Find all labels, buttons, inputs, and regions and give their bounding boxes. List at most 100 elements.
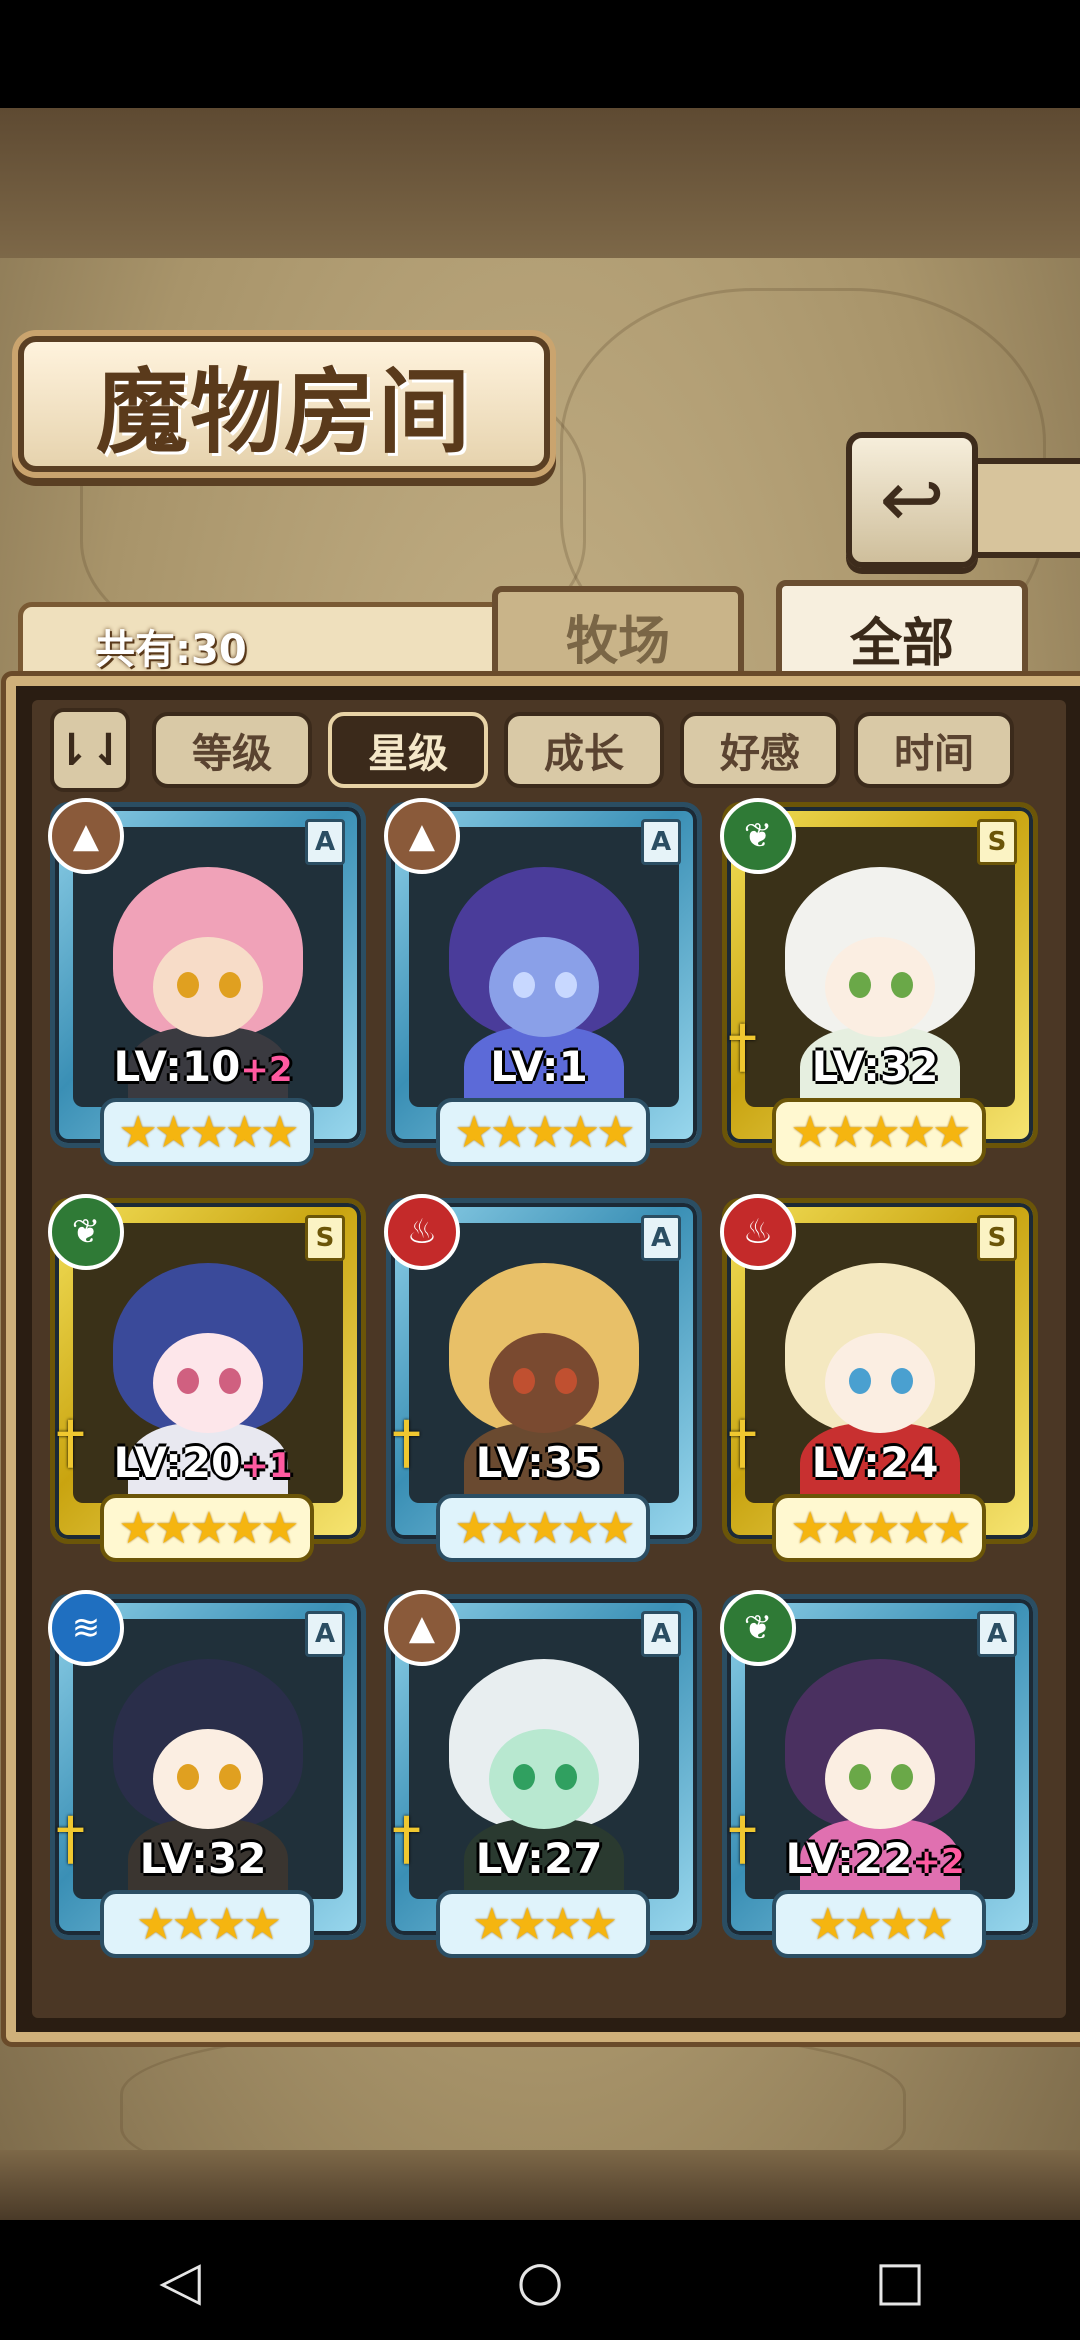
portrait-eye bbox=[849, 1764, 871, 1790]
wind-element-icon: ❦ bbox=[48, 1194, 124, 1270]
level-value: LV:10 bbox=[113, 1042, 241, 1091]
level-label: LV:10+2 bbox=[50, 1042, 356, 1091]
water-element-icon: ≋ bbox=[48, 1590, 124, 1666]
level-value: LV:22 bbox=[785, 1834, 913, 1883]
star-rating: ★★★★★ bbox=[436, 1494, 650, 1562]
star-rating: ★★★★★ bbox=[772, 1494, 986, 1562]
portrait-face bbox=[489, 937, 599, 1037]
portrait-face bbox=[825, 937, 935, 1037]
nav-back-icon[interactable]: ◁ bbox=[130, 2249, 230, 2312]
level-value: LV:35 bbox=[475, 1438, 603, 1487]
portrait-face bbox=[825, 1729, 935, 1829]
portrait-eye bbox=[177, 972, 199, 998]
level-label: LV:32 bbox=[722, 1042, 1028, 1091]
portrait-eye bbox=[513, 1764, 535, 1790]
portrait-eye bbox=[891, 1368, 913, 1394]
bottom-band bbox=[0, 2150, 1080, 2220]
portrait-eye bbox=[219, 972, 241, 998]
fire-element-icon: ♨ bbox=[384, 1194, 460, 1270]
level-label: LV:1 bbox=[386, 1042, 692, 1091]
level-label: LV:22+2 bbox=[722, 1834, 1028, 1883]
star-rating: ★★★★ bbox=[100, 1890, 314, 1958]
portrait-face bbox=[489, 1729, 599, 1829]
status-bar bbox=[0, 0, 1080, 108]
level-value: LV:24 bbox=[811, 1438, 939, 1487]
monster-card[interactable]: S ❦ † LV:20+1 ★★★★★ bbox=[48, 1194, 366, 1562]
fire-element-icon: ♨ bbox=[720, 1194, 796, 1270]
rank-badge: A bbox=[641, 819, 681, 865]
star-rating: ★★★★★ bbox=[772, 1098, 986, 1166]
page-title: 魔物房间 bbox=[18, 336, 550, 472]
monster-card[interactable]: A ♨ † LV:35 ★★★★★ bbox=[384, 1194, 702, 1562]
level-value: LV:20 bbox=[113, 1438, 241, 1487]
rank-badge: A bbox=[305, 1611, 345, 1657]
level-bonus: +2 bbox=[912, 1842, 965, 1882]
portrait-eye bbox=[219, 1368, 241, 1394]
sort-by-time[interactable]: 时间 bbox=[854, 712, 1014, 788]
rank-badge: A bbox=[977, 1611, 1017, 1657]
portrait-eye bbox=[555, 1764, 577, 1790]
portrait-eye bbox=[849, 1368, 871, 1394]
top-band bbox=[0, 108, 1080, 258]
level-label: LV:20+1 bbox=[50, 1438, 356, 1487]
monster-card[interactable]: A ❦ † LV:22+2 ★★★★ bbox=[720, 1590, 1038, 1958]
portrait-eye bbox=[891, 972, 913, 998]
portrait-face bbox=[153, 937, 263, 1037]
sort-order-toggle[interactable]: ⇂⇃ bbox=[50, 708, 130, 792]
wind-element-icon: ❦ bbox=[720, 1590, 796, 1666]
rank-badge: A bbox=[305, 819, 345, 865]
star-rating: ★★★★★ bbox=[100, 1494, 314, 1562]
rank-badge: S bbox=[305, 1215, 345, 1261]
return-icon: ↩ bbox=[879, 455, 945, 545]
monster-card[interactable]: S ♨ † LV:24 ★★★★★ bbox=[720, 1194, 1038, 1562]
portrait-eye bbox=[555, 1368, 577, 1394]
level-bonus: +1 bbox=[240, 1446, 293, 1486]
sort-by-growth[interactable]: 成长 bbox=[504, 712, 664, 788]
level-label: LV:35 bbox=[386, 1438, 692, 1487]
nav-home-icon[interactable]: ○ bbox=[490, 2249, 590, 2312]
portrait-eye bbox=[513, 972, 535, 998]
monster-card[interactable]: A ▲ LV:10+2 ★★★★★ bbox=[48, 798, 366, 1166]
nav-recent-icon[interactable]: □ bbox=[850, 2249, 950, 2312]
portrait-eye bbox=[555, 972, 577, 998]
level-value: LV:32 bbox=[139, 1834, 267, 1883]
page-title-text: 魔物房间 bbox=[95, 357, 472, 466]
earth-element-icon: ▲ bbox=[384, 798, 460, 874]
portrait-face bbox=[153, 1729, 263, 1829]
portrait-eye bbox=[891, 1764, 913, 1790]
earth-element-icon: ▲ bbox=[384, 1590, 460, 1666]
level-value: LV:32 bbox=[811, 1042, 939, 1091]
monster-card[interactable]: A ▲ LV:1 ★★★★★ bbox=[384, 798, 702, 1166]
sort-by-affection[interactable]: 好感 bbox=[680, 712, 840, 788]
monster-card[interactable]: A ▲ † LV:27 ★★★★ bbox=[384, 1590, 702, 1958]
portrait-eye bbox=[513, 1368, 535, 1394]
star-rating: ★★★★ bbox=[436, 1890, 650, 1958]
back-button[interactable]: ↩ bbox=[846, 432, 978, 568]
tab-ranch[interactable]: 牧场 bbox=[492, 586, 744, 686]
star-rating: ★★★★★ bbox=[436, 1098, 650, 1166]
portrait-eye bbox=[849, 972, 871, 998]
rank-badge: S bbox=[977, 819, 1017, 865]
back-rail bbox=[966, 458, 1080, 558]
star-rating: ★★★★★ bbox=[100, 1098, 314, 1166]
monster-count-bar: 共有:30 bbox=[18, 602, 528, 684]
monster-card[interactable]: S ❦ † LV:32 ★★★★★ bbox=[720, 798, 1038, 1166]
level-value: LV:1 bbox=[490, 1042, 588, 1091]
monster-count: 共有:30 bbox=[95, 627, 247, 673]
system-nav-bar: ◁ ○ □ bbox=[0, 2220, 1080, 2340]
rank-badge: A bbox=[641, 1215, 681, 1261]
level-bonus: +2 bbox=[240, 1050, 293, 1090]
star-rating: ★★★★ bbox=[772, 1890, 986, 1958]
sort-by-level[interactable]: 等级 bbox=[152, 712, 312, 788]
portrait-eye bbox=[219, 1764, 241, 1790]
portrait-face bbox=[825, 1333, 935, 1433]
rank-badge: S bbox=[977, 1215, 1017, 1261]
sort-by-star[interactable]: 星级 bbox=[328, 712, 488, 788]
monster-card[interactable]: A ≋ † LV:32 ★★★★ bbox=[48, 1590, 366, 1958]
level-label: LV:24 bbox=[722, 1438, 1028, 1487]
sort-order-icon: ⇂⇃ bbox=[53, 724, 127, 776]
level-label: LV:27 bbox=[386, 1834, 692, 1883]
level-value: LV:27 bbox=[475, 1834, 603, 1883]
level-label: LV:32 bbox=[50, 1834, 356, 1883]
portrait-face bbox=[489, 1333, 599, 1433]
